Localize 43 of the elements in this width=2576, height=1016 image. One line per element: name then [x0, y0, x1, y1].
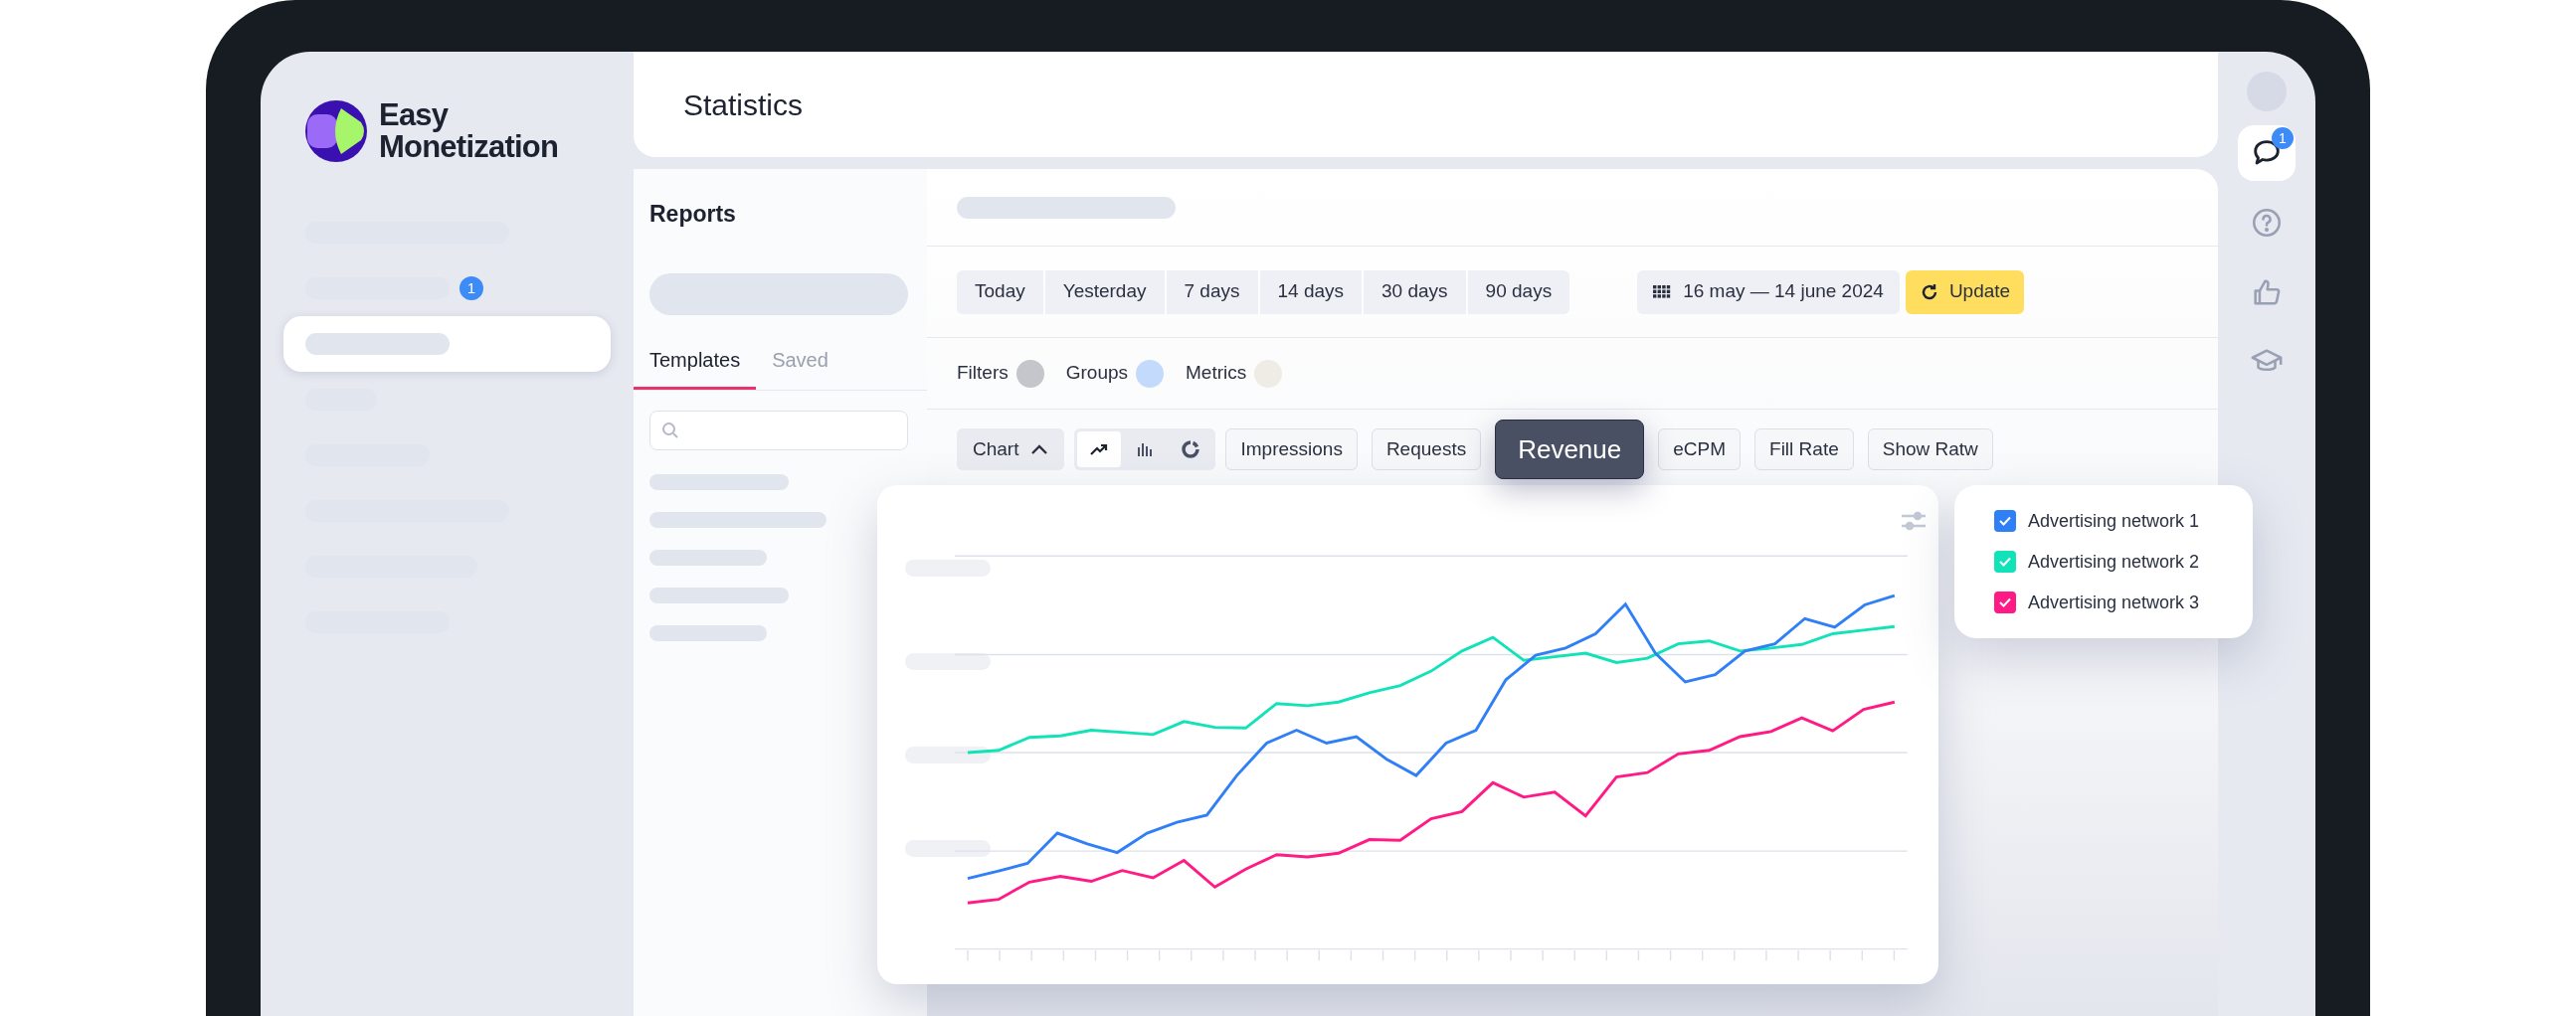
chart-type-button[interactable] [1077, 431, 1122, 467]
logo-icon [305, 100, 367, 162]
checkbox[interactable] [1994, 592, 2016, 613]
help-icon [2250, 206, 2284, 240]
date-range-button[interactable]: 16 may — 14 june 2024 [1637, 269, 1900, 314]
tab[interactable]: Templates [634, 344, 757, 390]
checkbox[interactable] [1994, 551, 2016, 573]
metric-button[interactable]: Revenue [1495, 420, 1645, 479]
period-button[interactable]: Yesterday [1044, 269, 1165, 314]
notification-badge: 1 [2272, 127, 2294, 149]
search-field[interactable] [649, 410, 908, 450]
checkmark-icon [1998, 555, 2012, 569]
period-button[interactable]: 14 days [1259, 269, 1363, 314]
update-button[interactable]: Update [1905, 269, 2025, 314]
checkmark-icon [1998, 514, 2012, 528]
metric-button[interactable]: Fill Rate [1754, 428, 1854, 470]
donut-chart-icon [1181, 439, 1201, 459]
sliders-icon[interactable] [1901, 511, 1927, 531]
legend-label: Advertising network 1 [2028, 509, 2200, 533]
period-button[interactable]: 90 days [1467, 269, 1570, 314]
chevron-icon [1030, 443, 1049, 455]
sidebar-item[interactable] [283, 316, 611, 372]
period-button[interactable]: 7 days [1166, 269, 1258, 314]
metric-button[interactable]: eCPM [1658, 428, 1742, 470]
notification-badge: 1 [460, 276, 483, 300]
checkmark-icon [1998, 595, 2012, 609]
filter-label[interactable]: Filters [957, 359, 1009, 388]
filter-label[interactable]: Metrics [1186, 359, 1247, 388]
search-icon [660, 420, 680, 440]
metric-button[interactable]: Show Ratw [1867, 428, 1993, 470]
period-button[interactable]: 30 days [1364, 269, 1466, 314]
metric-button[interactable]: Requests [1371, 428, 1482, 470]
chart-dropdown[interactable]: Chart [957, 428, 1065, 470]
reports-title: Reports [649, 200, 737, 229]
logo-text: Easy Monetization [379, 99, 559, 163]
page-title: Statistics [683, 86, 804, 123]
calendar-icon [1653, 284, 1672, 299]
period-button[interactable]: Today [957, 269, 1043, 314]
legend-label: Advertising network 2 [2028, 550, 2200, 574]
metric-button[interactable]: Impressions [1225, 428, 1358, 470]
filter-label[interactable]: Groups [1065, 359, 1129, 388]
legend-label: Advertising network 3 [2028, 591, 2200, 614]
checkbox[interactable] [1994, 510, 2016, 532]
